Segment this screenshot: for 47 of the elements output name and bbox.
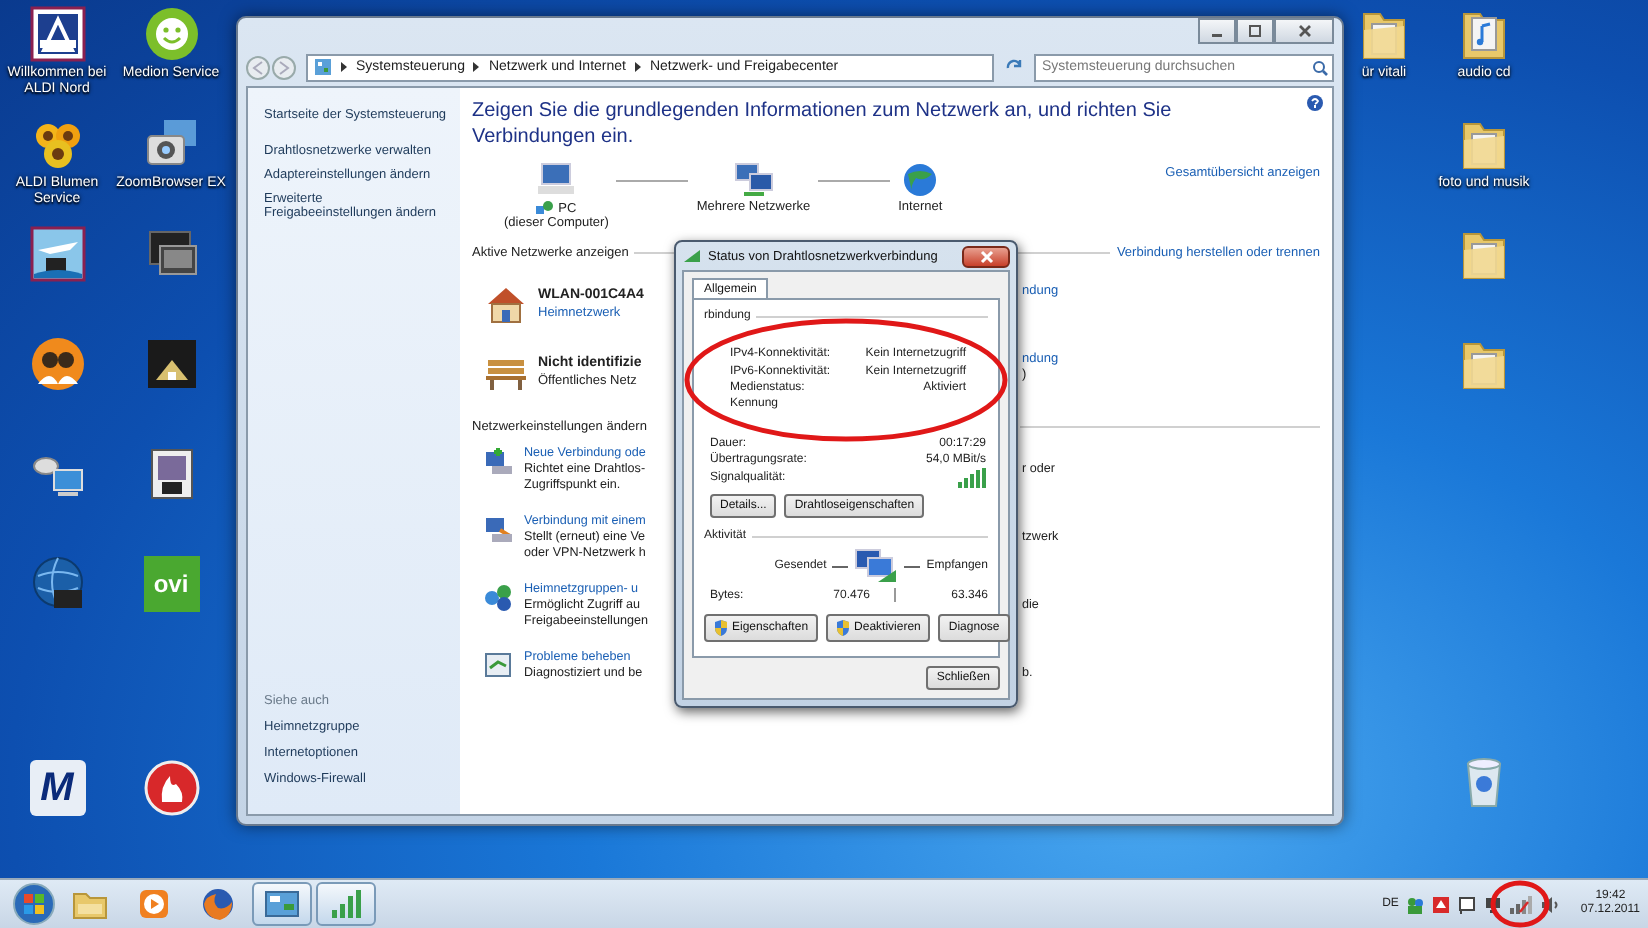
close-button[interactable] [962,245,1010,267]
globe-laptop-icon[interactable] [29,556,85,612]
signal-bars-icon [958,468,986,489]
app-logo[interactable]: M [29,760,85,816]
minimize-button[interactable] [1198,18,1236,44]
globe-icon [900,162,941,198]
new-connection-icon[interactable] [482,446,514,476]
people-circle-icon[interactable] [29,336,85,392]
computer-icon [536,162,577,198]
homegroup-icon[interactable] [482,582,514,612]
close-icon [1297,24,1311,38]
network-connect-icon[interactable] [482,514,514,544]
breadcrumb-arrow-icon [340,62,348,72]
help-icon[interactable] [1306,94,1324,112]
smiley-headset-icon[interactable] [143,6,199,62]
maximize-button[interactable] [1236,18,1274,44]
page-heading: Zeigen Sie die grundlegenden Informationen zum Netzwerk an, und richten Sie Verbindungen ein. [472,98,1174,150]
network-computers-icon [854,548,899,585]
close-button[interactable] [1274,18,1334,44]
taskbar-button[interactable] [316,882,376,926]
flame-circle-icon[interactable] [143,760,199,816]
tray-alert-icon[interactable] [1432,895,1451,913]
tray-flag-icon[interactable] [1458,895,1477,913]
breadcrumb-arrow-icon [472,62,481,72]
dark-square-icon[interactable] [143,336,199,392]
taskbar-button[interactable] [252,882,312,926]
fox-globe-icon [198,886,238,922]
signal-icon [682,248,702,264]
wireless-network-icon[interactable] [1510,895,1533,913]
breadcrumb-arrow-icon [633,62,642,72]
play-icon [134,886,174,922]
signal-bars-icon [326,886,366,922]
network-status-icon [536,200,555,216]
start-orb-icon[interactable] [12,882,56,926]
network-computers-icon [733,162,774,198]
tray-monitor-icon[interactable] [1484,895,1503,913]
house-icon [484,284,528,324]
maximize-icon [1248,24,1262,38]
control-panel-icon [262,886,302,922]
aldi-logo-icon[interactable] [29,6,85,62]
control-panel-icon [314,58,332,76]
troubleshoot-icon[interactable] [482,650,514,680]
volume-icon[interactable] [1540,895,1561,913]
close-icon [979,249,993,263]
airplane-suitcase-icon[interactable] [29,226,85,282]
tray-people-icon[interactable] [1406,895,1425,913]
search-icon[interactable] [1312,59,1328,75]
